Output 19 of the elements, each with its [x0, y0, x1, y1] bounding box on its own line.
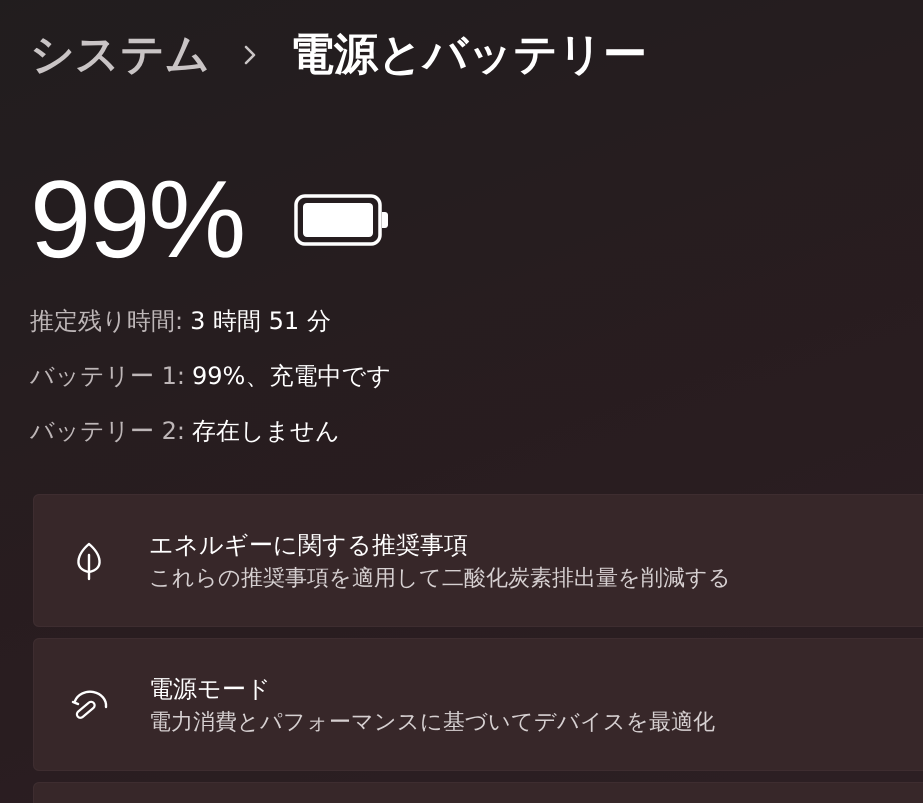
card-description: これらの推奨事項を適用して二酸化炭素排出量を削減する — [149, 564, 731, 592]
detail-label: バッテリー 1: — [30, 361, 185, 392]
settings-card[interactable]: 電源モード 電力消費とパフォーマンスに基づいてデバイスを最適化 — [33, 638, 923, 771]
breadcrumb-link[interactable]: システム — [30, 28, 210, 81]
detail-value: 3 時間 51 分 — [190, 306, 331, 337]
leaf-icon — [75, 540, 103, 580]
detail-value: 存在しません — [192, 416, 340, 447]
card-title: 電源モード — [149, 674, 272, 704]
detail-label: バッテリー 2: — [30, 416, 185, 447]
page-title: 電源とバッテリー — [290, 28, 647, 81]
settings-card[interactable]: エネルギーに関する推奨事項 これらの推奨事項を適用して二酸化炭素排出量を削減する — [33, 494, 923, 627]
battery-percentage: 99% — [30, 166, 244, 274]
card-title: エネルギーに関する推奨事項 — [149, 530, 469, 560]
detail-label: 推定残り時間: — [30, 306, 184, 337]
card-description: 電力消費とパフォーマンスに基づいてデバイスを最適化 — [149, 708, 715, 736]
gauge-icon — [70, 688, 108, 722]
detail-value: 99%、充電中です — [192, 361, 392, 392]
battery-icon — [294, 194, 390, 246]
chevron-right-icon — [244, 44, 256, 64]
